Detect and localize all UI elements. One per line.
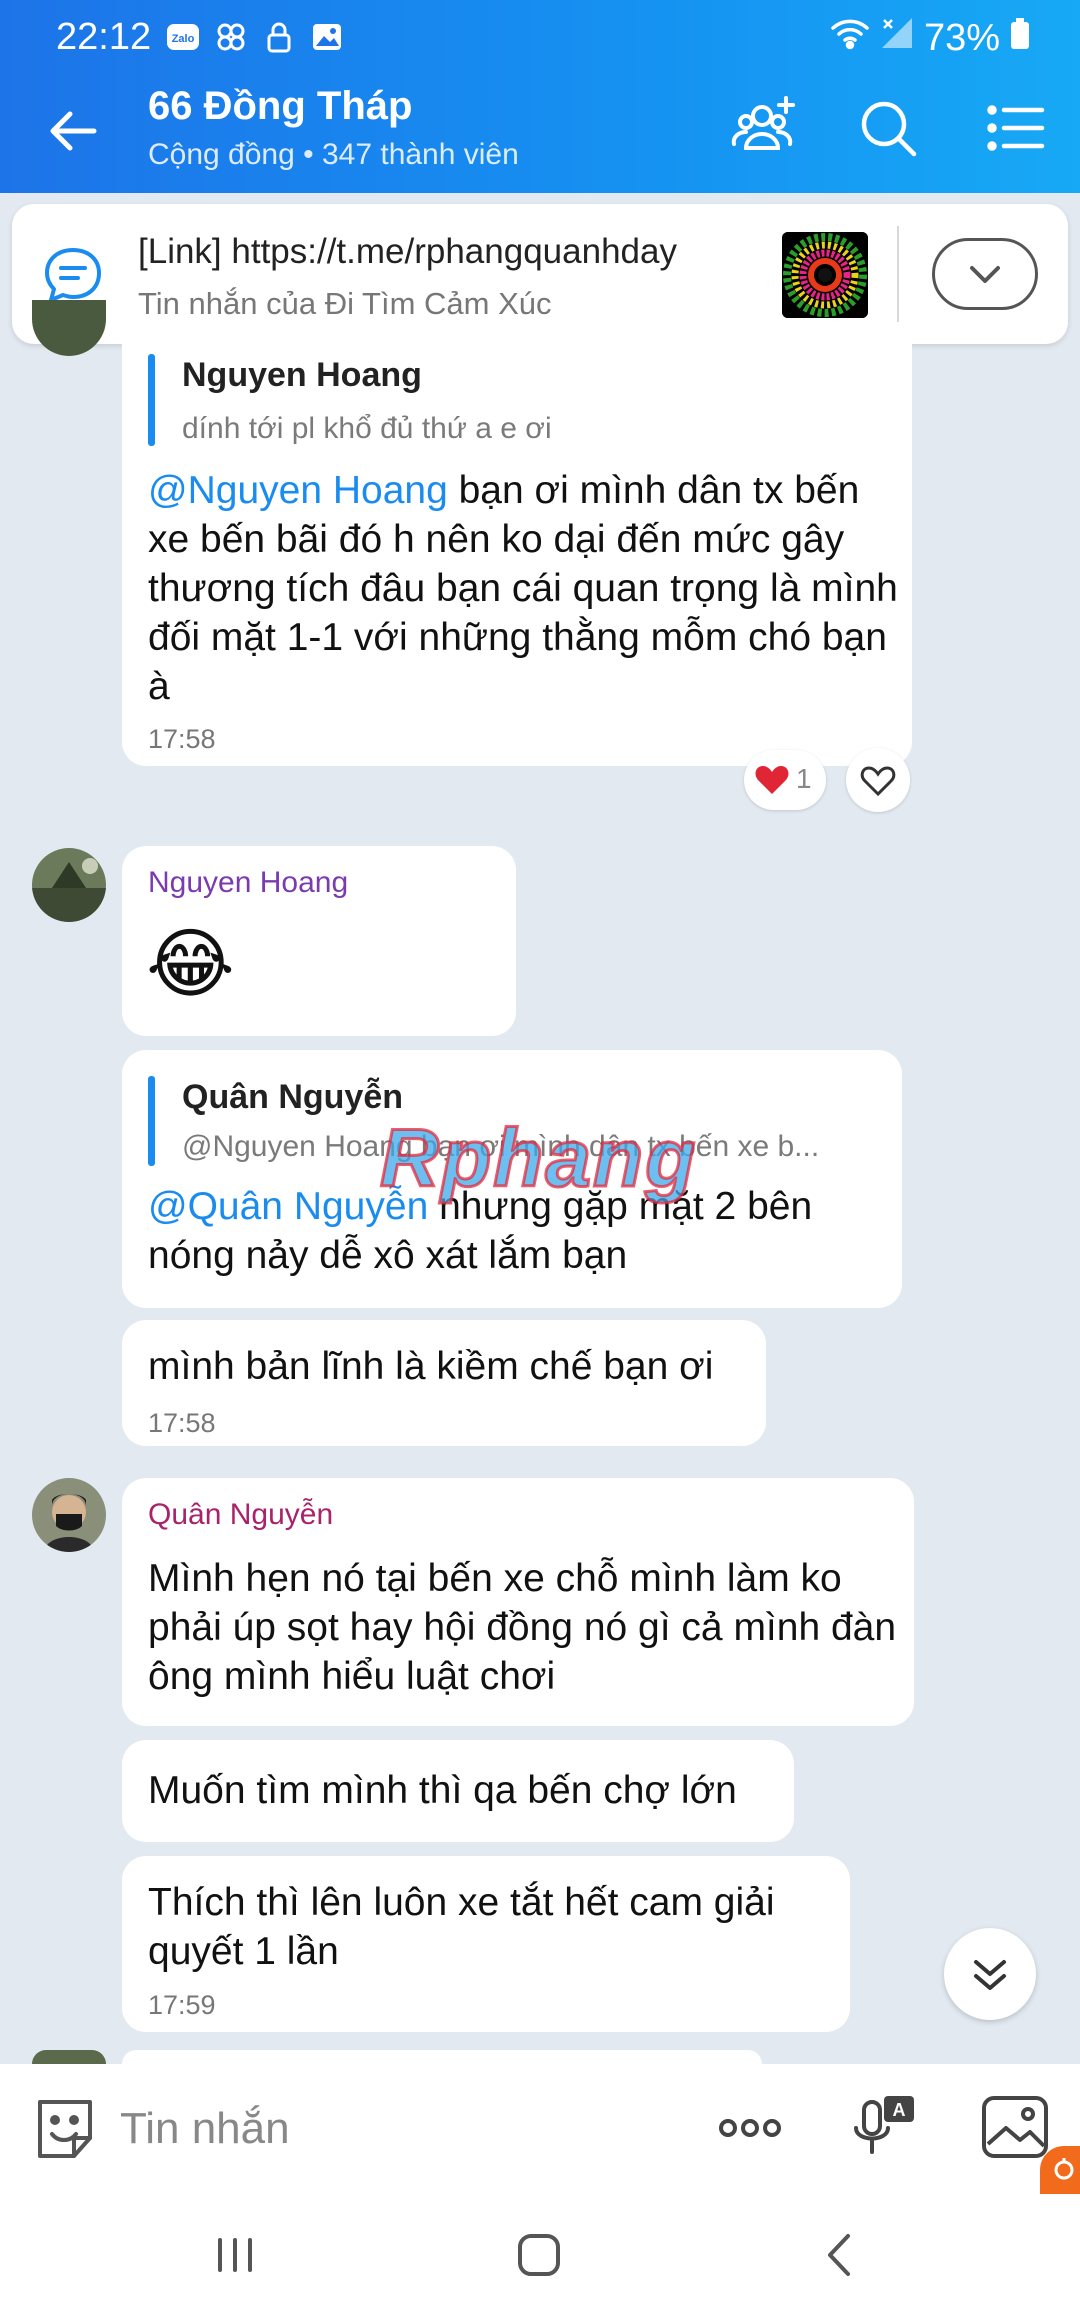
avatar[interactable]: [32, 848, 106, 922]
pinned-thumbnail: [782, 232, 868, 318]
reaction-count: 1: [796, 763, 812, 794]
message-bubble[interactable]: Nguyen Hoang 😂: [122, 846, 516, 1036]
message-bubble[interactable]: Quân Nguyễn Mình hẹn nó tại bến xe chỗ m…: [122, 1478, 914, 1726]
message-bubble[interactable]: Thích thì lên luôn xe tắt hết cam giải q…: [122, 1856, 850, 2032]
message-input[interactable]: Tin nhắn: [120, 2104, 290, 2154]
message-text: Mình hẹn nó tại bến xe chỗ mình làm ko p…: [148, 1557, 897, 1698]
group-title[interactable]: 66 Đồng Tháp: [148, 84, 412, 129]
chat-bubble-icon: [42, 244, 104, 306]
quote-sender: Nguyen Hoang: [182, 356, 422, 394]
top-bar: 22:12 Zalo 73% 66 Đồng Tháp Cộng đồng • …: [0, 0, 1080, 193]
watermark-logo: Rphang: [378, 1112, 698, 1206]
back-nav-button[interactable]: [816, 2230, 866, 2285]
heart-outline-icon: [860, 766, 896, 797]
pinned-divider: [897, 226, 899, 322]
battery-icon: [1010, 17, 1030, 60]
recent-apps-button[interactable]: [210, 2230, 260, 2285]
status-right: 73%: [830, 16, 1030, 60]
zalo-icon: Zalo: [166, 20, 200, 54]
message-text: mình bản lĩnh là kiềm chế bạn ơi: [148, 1345, 714, 1388]
avatar[interactable]: [32, 2050, 106, 2064]
quote-text: dính tới pl khổ đủ thứ a e ơi: [182, 412, 552, 445]
status-time: 22:12: [56, 16, 152, 58]
double-chevron-down-icon: [974, 1960, 1006, 1990]
wifi-icon: [830, 16, 870, 60]
sticker-icon[interactable]: [30, 2094, 100, 2164]
system-nav-bar: [0, 2194, 1080, 2316]
message-bubble[interactable]: mình bản lĩnh là kiềm chế bạn ơi 17:58: [122, 1320, 766, 1446]
message-time: 17:59: [148, 1990, 216, 2020]
signal-icon: [880, 16, 914, 60]
mention-link[interactable]: @Nguyen Hoang: [148, 469, 448, 512]
message-text: Muốn tìm mình thì qa bến chợ lớn: [148, 1769, 737, 1812]
avatar[interactable]: [32, 300, 106, 356]
group-subtitle: Cộng đồng • 347 thành viên: [148, 138, 519, 171]
svg-text:Zalo: Zalo: [172, 33, 195, 45]
message-text: @Nguyen Hoang bạn ơi mình dân tx bến xe …: [148, 466, 898, 711]
chat-header: 66 Đồng Tháp Cộng đồng • 347 thành viên: [0, 66, 1080, 193]
message-time: 17:58: [148, 1408, 216, 1438]
menu-icon[interactable]: [980, 92, 1052, 164]
search-icon[interactable]: [852, 92, 924, 164]
sender-name[interactable]: Nguyen Hoang: [148, 866, 348, 900]
status-bar: 22:12 Zalo 73%: [0, 0, 1080, 66]
scroll-to-bottom-button[interactable]: [944, 1928, 1036, 2020]
message-bubble[interactable]: [122, 2050, 762, 2064]
heart-react-button[interactable]: [846, 748, 910, 812]
pinned-subtitle: Tin nhắn của Đi Tìm Cảm Xúc: [138, 286, 552, 321]
add-member-button[interactable]: [730, 92, 802, 164]
message-bubble[interactable]: Nguyen Hoang dính tới pl khổ đủ thứ a e …: [122, 330, 912, 766]
svg-text:A: A: [893, 2100, 906, 2120]
more-icon[interactable]: [714, 2092, 786, 2164]
pinned-message[interactable]: [Link] https://t.me/rphangquanhday Tin n…: [12, 204, 1068, 344]
quote-bar: [148, 1076, 155, 1166]
emoji-laughing-icon: 😂: [146, 922, 235, 1007]
floating-badge-icon[interactable]: [1040, 2146, 1080, 2194]
pinned-title[interactable]: [Link] https://t.me/rphangquanhday: [138, 232, 677, 272]
quote-bar: [148, 354, 155, 446]
heart-filled-icon: [755, 766, 789, 794]
quote-sender: Quân Nguyễn: [182, 1078, 404, 1116]
avatar[interactable]: [32, 1478, 106, 1552]
battery-percent: 73%: [923, 16, 1000, 59]
home-button[interactable]: [512, 2228, 566, 2287]
image-icon: [310, 20, 344, 54]
sender-name[interactable]: Quân Nguyễn: [148, 1498, 333, 1532]
message-time: 17:58: [148, 724, 216, 754]
lock-icon: [262, 20, 296, 54]
back-button[interactable]: [40, 96, 110, 166]
message-input-bar: Tin nhắn A: [0, 2064, 1080, 2194]
message-bubble[interactable]: Muốn tìm mình thì qa bến chợ lớn: [122, 1740, 794, 1842]
message-text: Thích thì lên luôn xe tắt hết cam giải q…: [148, 1881, 775, 1973]
status-app-icons: Zalo: [166, 20, 344, 54]
expand-pinned-button[interactable]: [932, 238, 1038, 310]
pinwheel-icon: [214, 20, 248, 54]
voice-to-text-icon[interactable]: A: [848, 2092, 920, 2164]
reaction-count-badge[interactable]: 1: [744, 750, 826, 810]
